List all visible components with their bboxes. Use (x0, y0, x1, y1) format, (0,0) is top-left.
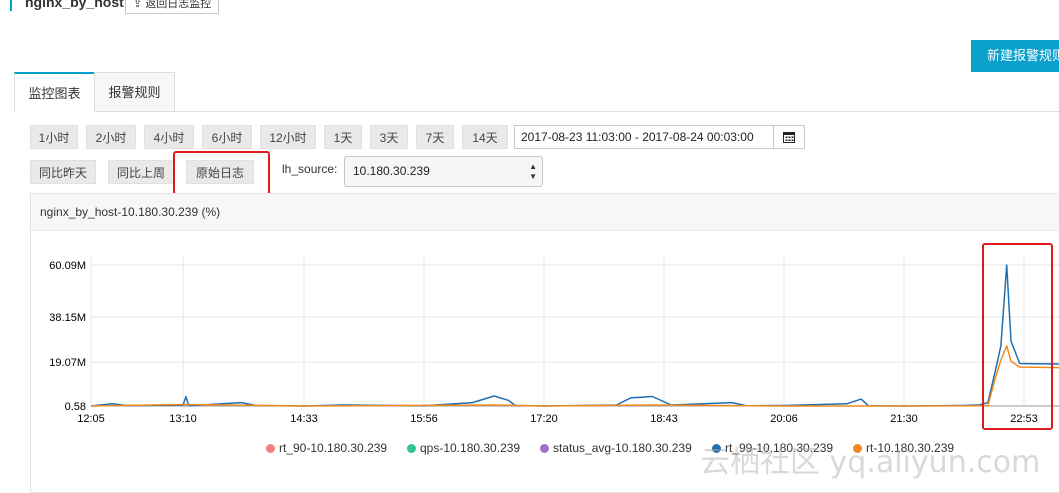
x-tick-label: 14:33 (290, 413, 318, 425)
legend-item-qps[interactable]: qps-10.180.30.239 (407, 441, 520, 455)
legend-item-status-avg[interactable]: status_avg-10.180.30.239 (540, 441, 692, 455)
y-tick-label: 0.58 (65, 401, 86, 413)
x-tick-label: 18:43 (650, 413, 678, 425)
x-tick-label: 17:20 (530, 413, 558, 425)
highlight-spike (982, 243, 1053, 430)
x-tick-label: 13:10 (169, 413, 197, 425)
x-tick-label: 15:56 (410, 413, 438, 425)
y-tick-label: 19.07M (49, 357, 86, 369)
legend-dot (540, 444, 549, 453)
x-tick-label: 12:05 (77, 413, 105, 425)
legend-dot (407, 444, 416, 453)
chart-plot: 60.09M 38.15M 19.07M 0.58 12:05 13:10 14:33 15… (49, 255, 1059, 425)
y-tick-label: 38.15M (49, 312, 86, 324)
legend-label: rt_90-10.180.30.239 (279, 441, 388, 455)
y-tick-label: 60.09M (49, 260, 86, 272)
series-line-rt-10.180.30.239 (90, 345, 1059, 407)
x-tick-label: 20:06 (770, 413, 798, 425)
x-tick-label: 21:30 (890, 413, 918, 425)
legend-label: qps-10.180.30.239 (420, 441, 521, 455)
watermark: 云栖社区 yq.aliyun.com (700, 445, 1041, 480)
series-line-rt_99-10.180.30.239 (90, 264, 1059, 407)
legend-label: status_avg-10.180.30.239 (553, 441, 692, 455)
legend-dot (266, 444, 275, 453)
legend-item-rt90[interactable]: rt_90-10.180.30.239 (266, 441, 387, 455)
